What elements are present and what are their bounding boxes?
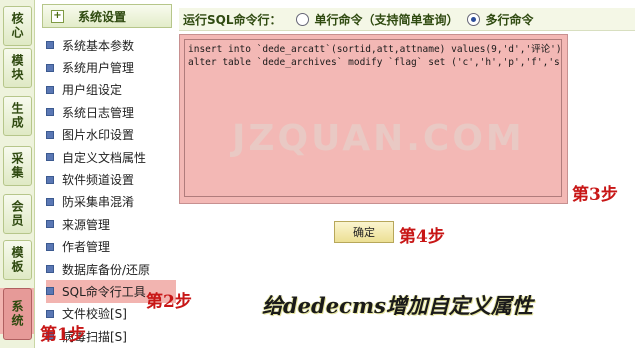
bullet-icon	[46, 309, 54, 318]
step-4-label: 第4步	[399, 227, 445, 247]
menu-item-basic-params[interactable]: 系统基本参数	[46, 34, 176, 56]
tab-collect[interactable]: 采集	[3, 146, 32, 186]
menu-item-custom-attributes[interactable]: 自定义文档属性	[46, 146, 176, 168]
bullet-icon	[46, 242, 54, 251]
tab-templates[interactable]: 模板	[3, 240, 32, 280]
bullet-icon	[46, 85, 54, 94]
bullet-icon	[46, 130, 54, 139]
bullet-icon	[46, 153, 54, 162]
option-single-line[interactable]: 单行命令（支持简单查询）	[295, 11, 459, 28]
tab-modules[interactable]: 模块	[3, 48, 32, 88]
bullet-icon	[46, 197, 54, 206]
radio-multi-icon[interactable]	[466, 12, 480, 26]
sql-mode-label: 运行SQL命令行：	[183, 12, 282, 27]
step-2-label: 第2步	[146, 292, 192, 312]
watermark: JZQUAN.COM	[232, 118, 525, 159]
menu-item-system-logs[interactable]: 系统日志管理	[46, 101, 176, 123]
bullet-icon	[46, 220, 54, 229]
menu-item-user-groups[interactable]: 用户组设定	[46, 79, 176, 101]
radio-single-icon[interactable]	[295, 12, 309, 26]
menu-item-anti-collect[interactable]: 防采集串混淆	[46, 191, 176, 213]
bullet-icon	[46, 41, 54, 50]
menu-item-software-channel[interactable]: 软件频道设置	[46, 168, 176, 190]
bullet-icon	[46, 108, 54, 117]
sql-mode-bar: 运行SQL命令行： 单行命令（支持简单查询） 多行命令	[179, 8, 635, 31]
step-3-label: 第3步	[572, 185, 618, 205]
expand-icon[interactable]: +	[51, 9, 64, 23]
bullet-icon	[46, 287, 54, 296]
option-multi-line[interactable]: 多行命令	[466, 11, 534, 28]
tab-generate[interactable]: 生成	[3, 96, 32, 136]
menu-section-header[interactable]: + 系统设置	[42, 4, 172, 28]
menu-item-db-backup[interactable]: 数据库备份/还原	[46, 258, 176, 280]
tutorial-caption: 给dedecms增加自定义属性	[262, 293, 533, 318]
menu-item-source-manage[interactable]: 来源管理	[46, 213, 176, 235]
tab-members[interactable]: 会员	[3, 194, 32, 234]
ok-button[interactable]: 确定	[334, 221, 394, 243]
menu-section-title: 系统设置	[78, 9, 127, 24]
menu-item-author-manage[interactable]: 作者管理	[46, 236, 176, 258]
step-1-label: 第1步	[40, 325, 86, 345]
menu-item-watermark[interactable]: 图片水印设置	[46, 124, 176, 146]
bullet-icon	[46, 63, 54, 72]
tab-system[interactable]: 系统	[3, 288, 32, 340]
side-tab-bar: 核心 模块 生成 采集 会员 模板 系统	[0, 0, 35, 348]
bullet-icon	[46, 175, 54, 184]
bullet-icon	[46, 265, 54, 274]
menu-item-user-manage[interactable]: 系统用户管理	[46, 56, 176, 78]
tab-core[interactable]: 核心	[3, 6, 32, 46]
